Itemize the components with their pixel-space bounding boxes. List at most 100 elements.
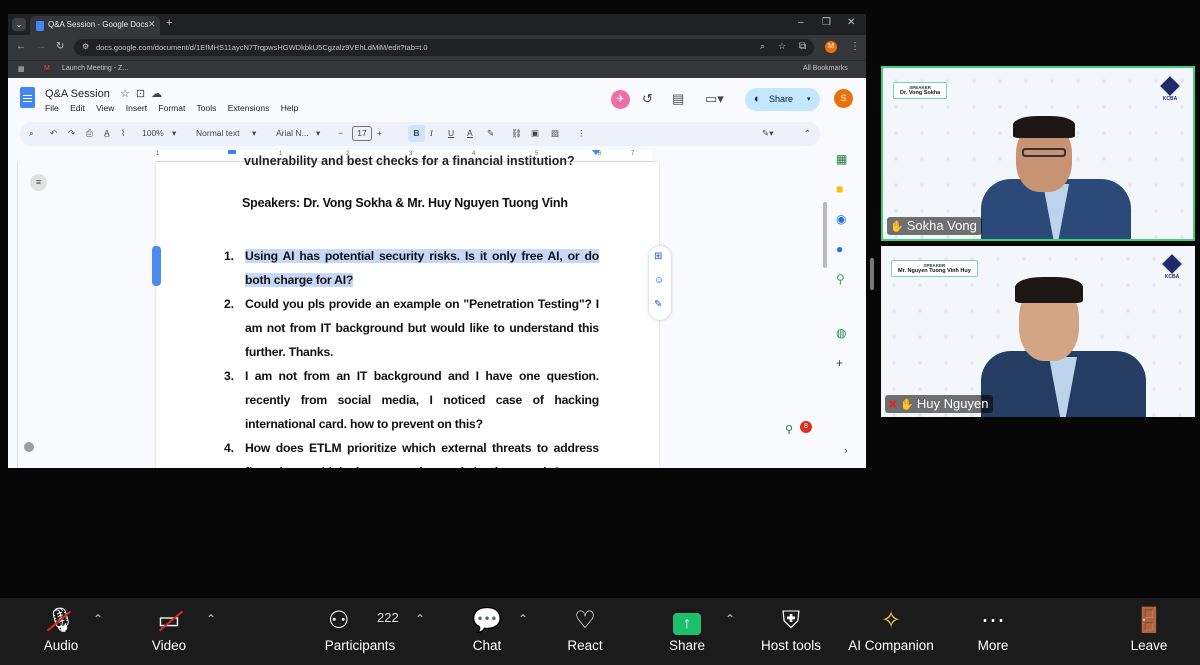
menu-tools[interactable]: Tools [197, 103, 217, 113]
hide-menus-icon[interactable]: ⌃ [804, 128, 811, 139]
share-dropdown-icon[interactable]: ▾ [807, 88, 811, 111]
video-tile-sokha-vong[interactable]: SPEAKER Dr. Vong Sokha KCBA ✋ Sokha Vong [881, 66, 1195, 241]
close-window-icon[interactable]: ✕ [847, 17, 855, 28]
video-options-chevron-icon[interactable]: ⌃ [206, 612, 216, 626]
tab-search-icon[interactable]: ⌄ [12, 18, 26, 31]
bookmark-launch-meeting[interactable]: Launch Meeting - Z... [62, 65, 128, 72]
add-emoji-icon[interactable]: ☺ [654, 275, 664, 286]
share-button[interactable]: ◐ Share ▾ [745, 88, 820, 111]
back-icon[interactable]: ← [16, 41, 26, 52]
zoom-icon[interactable]: ⌕ [760, 41, 765, 52]
style-select[interactable]: Normal text [196, 128, 239, 138]
reload-icon[interactable]: ↻ [56, 41, 64, 52]
zoom-select[interactable]: 100% [142, 128, 164, 138]
text-color-icon[interactable]: A [467, 128, 473, 138]
suggest-edits-icon[interactable]: ✎ [654, 299, 662, 310]
contacts-icon[interactable]: ● [836, 242, 843, 256]
bold-icon[interactable]: B [408, 125, 425, 142]
document-outline-icon[interactable]: ≡ [30, 174, 47, 191]
paint-format-icon[interactable]: ⌇ [121, 128, 125, 139]
indent-marker[interactable] [228, 150, 236, 154]
increase-font-size-icon[interactable]: + [377, 128, 382, 138]
notification-badge[interactable]: 8 [800, 421, 812, 433]
all-bookmarks[interactable]: All Bookmarks [803, 65, 848, 72]
audio-button[interactable]: 🎙 Audio [38, 606, 84, 653]
menu-edit[interactable]: Edit [70, 103, 85, 113]
add-comment-icon[interactable]: ⊞ [654, 251, 662, 262]
menu-format[interactable]: Format [158, 103, 185, 113]
expand-panel-icon[interactable]: › [844, 445, 848, 457]
share-screen-button[interactable]: ↑ Share [664, 606, 710, 653]
menu-extensions[interactable]: Extensions [228, 103, 270, 113]
minimize-icon[interactable]: – [798, 17, 804, 28]
meet-icon[interactable]: ▭▾ [705, 91, 724, 107]
restore-icon[interactable]: ❐ [822, 17, 831, 28]
tasks-icon[interactable]: ◉ [836, 212, 846, 226]
comments-icon[interactable]: ▤ [672, 91, 684, 107]
bookmark-star-icon[interactable]: ☆ [778, 41, 786, 52]
docs-logo-icon[interactable] [20, 87, 35, 108]
italic-icon[interactable]: I [430, 128, 433, 138]
forward-icon[interactable]: → [36, 41, 46, 52]
browser-menu-icon[interactable]: ⋮ [850, 41, 860, 52]
scrollbar[interactable] [823, 202, 827, 268]
print-icon[interactable]: ⎙ [86, 128, 93, 139]
more-button[interactable]: ⋯ More [970, 606, 1016, 653]
menu-help[interactable]: Help [281, 103, 298, 113]
apps-icon[interactable]: ▦ [18, 65, 25, 73]
insert-link-icon[interactable]: ⛓ [511, 128, 522, 139]
chat-options-chevron-icon[interactable]: ⌃ [518, 612, 528, 626]
editing-mode-icon[interactable]: ✎▾ [762, 128, 773, 139]
addon-icon[interactable]: ◍ [836, 326, 846, 340]
version-history-icon[interactable]: ↺ [642, 91, 653, 107]
new-tab-icon[interactable]: + [166, 17, 172, 29]
gmail-icon[interactable]: M [44, 65, 50, 72]
document-title[interactable]: Q&A Session [45, 88, 110, 100]
sheets-icon[interactable]: ▦ [836, 152, 847, 166]
spellcheck-icon[interactable]: A̲ [104, 128, 110, 138]
highlight-icon[interactable]: ✎ [487, 128, 494, 139]
right-indent-marker[interactable] [592, 150, 600, 155]
user-avatar[interactable]: S [834, 89, 853, 108]
document-page[interactable]: vulnerability and best checks for a fina… [156, 154, 659, 468]
font-select[interactable]: Arial N... [276, 128, 309, 138]
add-comment-icon[interactable]: ▣ [531, 128, 539, 139]
get-addons-icon[interactable]: + [836, 356, 843, 370]
host-tools-button[interactable]: ⛨ Host tools [754, 606, 828, 653]
search-menus-icon[interactable]: ⌕ [29, 128, 34, 139]
menu-insert[interactable]: Insert [126, 103, 147, 113]
star-icon[interactable]: ☆ [120, 88, 136, 100]
url-field[interactable]: ⚙ docs.google.com/document/d/1EfMHS11ayc… [74, 39, 814, 56]
underline-icon[interactable]: U [448, 128, 454, 138]
split-view-handle[interactable] [870, 258, 874, 290]
menu-file[interactable]: File [45, 103, 59, 113]
insert-image-icon[interactable]: ▨ [551, 128, 559, 139]
video-button[interactable]: ▭ Video [146, 606, 192, 653]
leave-button[interactable]: 🚪 Leave [1126, 606, 1172, 653]
gemini-icon[interactable]: ✈ [611, 90, 630, 109]
profile-avatar[interactable]: M [825, 41, 837, 53]
chat-button[interactable]: 💬 Chat [466, 606, 508, 653]
video-tile-huy-nguyen[interactable]: SPEAKER Mr. Nguyen Tuong Vinh Huy KCBA ✖… [881, 246, 1195, 417]
decrease-font-size-icon[interactable]: − [338, 128, 343, 138]
site-info-icon[interactable]: ⚙ [82, 42, 89, 51]
close-tab-icon[interactable]: ✕ [148, 19, 156, 30]
menu-view[interactable]: View [96, 103, 114, 113]
undo-icon[interactable]: ↶ [50, 128, 57, 139]
participants-options-chevron-icon[interactable]: ⌃ [415, 612, 425, 626]
audio-options-chevron-icon[interactable]: ⌃ [93, 612, 103, 626]
maps-icon[interactable]: ⚲ [836, 272, 845, 286]
ai-companion-button[interactable]: ✧ AI Companion [842, 606, 940, 653]
font-size-input[interactable]: 17 [352, 126, 372, 141]
more-tools-icon[interactable]: ⋮ [577, 128, 586, 139]
browser-tab[interactable]: Q&A Session - Google Docs ✕ [30, 16, 160, 35]
extensions-icon[interactable]: ⧉ [799, 41, 806, 52]
keep-icon[interactable]: ■ [836, 182, 843, 196]
explore-icon[interactable]: ⚲ [785, 423, 793, 436]
react-button[interactable]: ♡ React [562, 606, 608, 653]
page-scroll-handle[interactable] [152, 246, 161, 286]
move-folder-icon[interactable]: ⊡ [136, 88, 151, 100]
cloud-status-icon[interactable]: ☁ [151, 88, 168, 100]
share-options-chevron-icon[interactable]: ⌃ [725, 612, 735, 626]
redo-icon[interactable]: ↷ [68, 128, 75, 139]
